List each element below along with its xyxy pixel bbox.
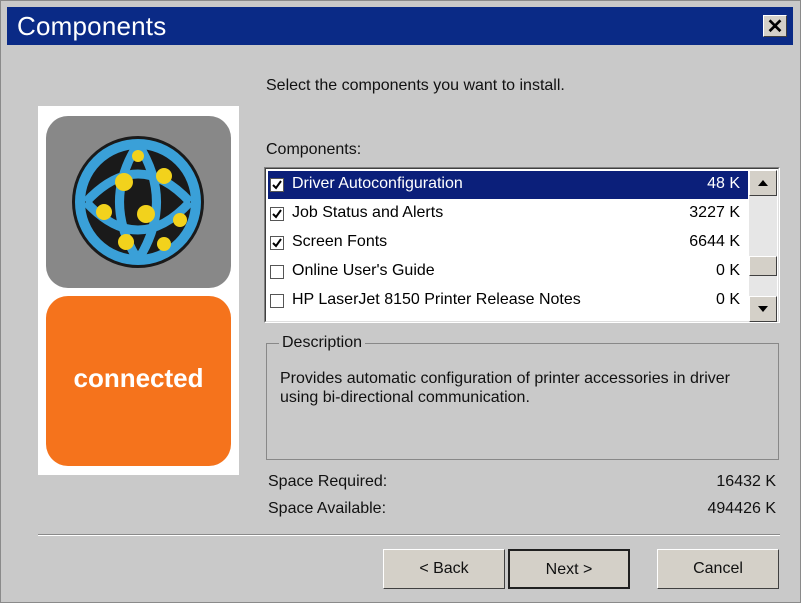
components-dialog: Components ✕ connected Select the compon… — [0, 0, 801, 603]
component-name: Online User's Guide — [292, 262, 435, 279]
component-checkbox[interactable] — [270, 207, 284, 221]
component-size: 6644 K — [689, 233, 740, 250]
components-list[interactable]: Driver Autoconfiguration 48 K Job Status a… — [264, 167, 780, 323]
brand-sidebar: connected — [38, 106, 239, 475]
component-size: 0 K — [715, 262, 740, 279]
component-row[interactable]: Online User's Guide 0 K — [268, 258, 748, 286]
component-checkbox[interactable] — [270, 178, 284, 192]
component-checkbox[interactable] — [270, 236, 284, 250]
component-size: 48 K — [707, 175, 740, 192]
next-button[interactable]: Next > — [508, 549, 630, 589]
network-globe-icon — [72, 136, 204, 268]
close-button[interactable]: ✕ — [763, 15, 787, 38]
components-label: Components: — [266, 141, 362, 158]
components-scrollbar[interactable] — [749, 170, 777, 322]
description-group: Description Provides automatic configura… — [266, 334, 779, 460]
space-required-value: 16432 K — [716, 473, 776, 490]
component-row[interactable]: Screen Fonts 6644 K — [268, 229, 748, 257]
dialog-title: Components — [17, 11, 167, 41]
component-row[interactable]: Driver Autoconfiguration 48 K — [268, 171, 748, 199]
description-title: Description — [279, 334, 366, 352]
component-name: Job Status and Alerts — [292, 204, 444, 221]
button-separator — [38, 534, 780, 536]
component-row[interactable]: HP LaserJet 8150 Printer Release Notes 0 … — [268, 287, 748, 315]
instruction-text: Select the components you want to instal… — [266, 77, 565, 94]
space-available-label: Space Available: — [268, 500, 387, 517]
checkmark-icon — [272, 209, 282, 219]
component-size: 3227 K — [689, 204, 740, 221]
component-size: 0 K — [715, 291, 740, 308]
component-name: Driver Autoconfiguration — [292, 175, 463, 192]
scroll-down-button[interactable] — [749, 296, 777, 322]
scroll-thumb[interactable] — [749, 256, 777, 276]
space-required-label: Space Required: — [268, 473, 388, 490]
component-checkbox[interactable] — [270, 294, 284, 308]
checkmark-icon — [272, 180, 282, 190]
component-row[interactable]: Job Status and Alerts 3227 K — [268, 200, 748, 228]
title-bar: Components ✕ — [7, 7, 793, 45]
back-button[interactable]: < Back — [383, 549, 505, 589]
component-name: HP LaserJet 8150 Printer Release Notes — [292, 291, 581, 308]
components-list-frame: Driver Autoconfiguration 48 K Job Status a… — [265, 168, 779, 322]
connected-logo-text: connected — [73, 363, 204, 393]
arrow-down-icon — [758, 306, 768, 312]
cancel-button[interactable]: Cancel — [657, 549, 779, 589]
space-available-value: 494426 K — [707, 500, 776, 517]
connected-logo: connected — [46, 296, 231, 466]
close-icon: ✕ — [766, 16, 784, 38]
description-text: Provides automatic configuration of prin… — [280, 370, 730, 406]
scroll-up-button[interactable] — [749, 170, 777, 196]
arrow-up-icon — [758, 180, 768, 186]
globe-tile — [46, 116, 231, 288]
component-name: Screen Fonts — [292, 233, 388, 250]
checkmark-icon — [272, 238, 282, 248]
component-checkbox[interactable] — [270, 265, 284, 279]
